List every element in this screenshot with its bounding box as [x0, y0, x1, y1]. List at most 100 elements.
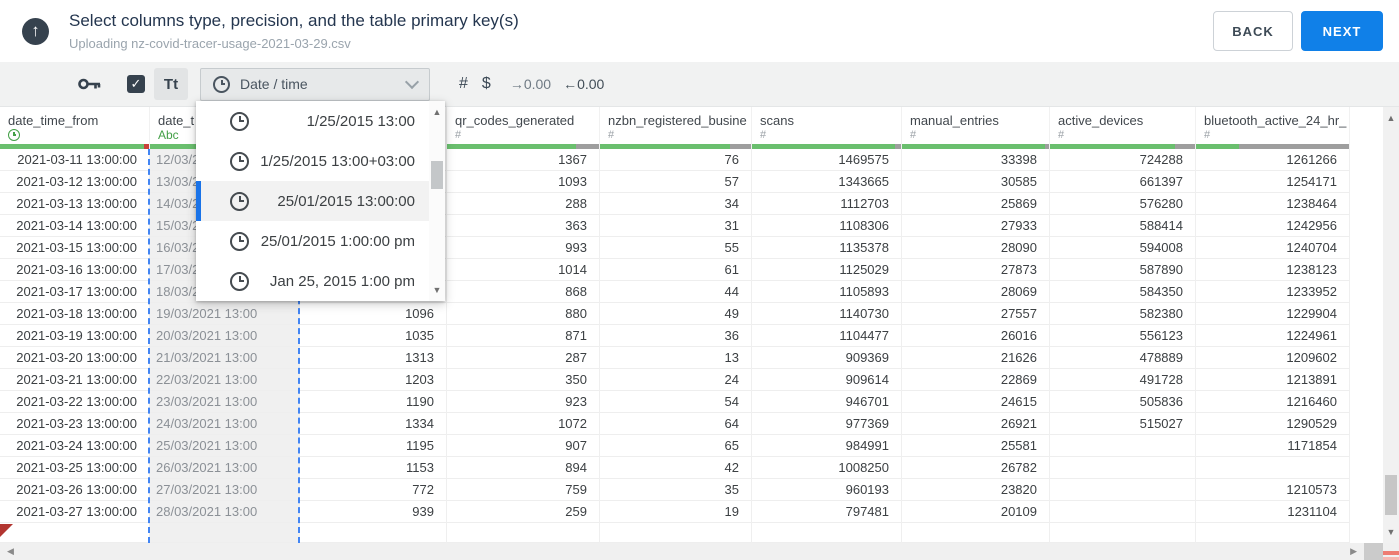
- table-cell: 1213891: [1196, 369, 1350, 391]
- horizontal-scroll-thumb[interactable]: [1364, 543, 1383, 560]
- column-header-scans[interactable]: scans #: [752, 107, 902, 149]
- scroll-up-icon[interactable]: ▲: [1383, 113, 1399, 123]
- vertical-scrollbar[interactable]: ▲ ▼: [1383, 107, 1399, 543]
- text-type-button[interactable]: Tt: [154, 68, 188, 100]
- next-button[interactable]: NEXT: [1301, 11, 1383, 51]
- table-cell: 1108306: [752, 215, 902, 237]
- format-option[interactable]: 1/25/2015 13:00+03:00: [196, 141, 429, 181]
- primary-key-icon[interactable]: [78, 77, 102, 91]
- wizard-header: ↑ Select columns type, precision, and th…: [0, 0, 1399, 62]
- column-header-bluetooth_active_24_hr_[interactable]: bluetooth_active_24_hr_ #: [1196, 107, 1350, 149]
- back-button[interactable]: BACK: [1213, 11, 1293, 51]
- table-cell: 2021-03-21 13:00:00: [0, 369, 150, 391]
- scroll-down-icon[interactable]: ▼: [1383, 527, 1399, 537]
- vertical-scroll-thumb[interactable]: [1385, 475, 1397, 515]
- table-cell: 515027: [1050, 413, 1196, 435]
- table-cell: 1313: [300, 347, 447, 369]
- table-cell: 21626: [902, 347, 1050, 369]
- table-row: 2021-03-26 13:00:00 27/03/2021 13:00 772 75…: [0, 479, 1350, 501]
- table-cell: 588414: [1050, 215, 1196, 237]
- format-options-panel: 1/25/2015 13:00 1/25/2015 13:00+03:00 25/0…: [196, 101, 445, 301]
- type-format-dropdown[interactable]: Date / time: [200, 67, 430, 101]
- panel-scroll-thumb[interactable]: [431, 161, 443, 189]
- table-cell: 13: [600, 347, 752, 369]
- table-cell: 54: [600, 391, 752, 413]
- text-type-marker: Abc: [158, 128, 179, 142]
- currency-type-button[interactable]: $: [482, 75, 491, 93]
- table-cell: [1196, 457, 1350, 479]
- table-cell: 25/03/2021 13:00: [150, 435, 300, 457]
- horizontal-scrollbar[interactable]: ◀ ▶: [0, 543, 1383, 560]
- column-quality-bar: [902, 144, 1049, 149]
- table-cell: 2021-03-25 13:00:00: [0, 457, 150, 479]
- number-type-button[interactable]: #: [459, 75, 468, 93]
- table-cell: 288: [447, 193, 600, 215]
- decrease-decimal-button[interactable]: →0.00: [510, 76, 551, 92]
- table-cell: 19/03/2021 13:00: [150, 303, 300, 325]
- table-cell: 960193: [752, 479, 902, 501]
- table-cell: 2021-03-22 13:00:00: [0, 391, 150, 413]
- table-cell: 1367: [447, 149, 600, 171]
- table-cell: 759: [447, 479, 600, 501]
- panel-scrollbar[interactable]: ▲ ▼: [429, 101, 445, 301]
- table-cell: 505836: [1050, 391, 1196, 413]
- table-cell: 923: [447, 391, 600, 413]
- scroll-down-icon[interactable]: ▼: [429, 285, 445, 295]
- table-cell: [1050, 501, 1196, 523]
- table-cell: 1261266: [1196, 149, 1350, 171]
- format-option[interactable]: 1/25/2015 13:00: [196, 101, 429, 141]
- number-type-marker: #: [760, 129, 767, 141]
- table-cell: 478889: [1050, 347, 1196, 369]
- quality-segment: [600, 144, 730, 149]
- quality-segment: [0, 144, 144, 149]
- table-cell: 724288: [1050, 149, 1196, 171]
- increase-decimal-button[interactable]: ←0.00: [563, 76, 604, 92]
- column-quality-bar: [600, 144, 751, 149]
- table-cell: 55: [600, 237, 752, 259]
- table-cell: 1153: [300, 457, 447, 479]
- table-cell: 1035: [300, 325, 447, 347]
- quality-segment: [752, 144, 896, 149]
- table-cell: 1008250: [752, 457, 902, 479]
- table-cell: 907: [447, 435, 600, 457]
- format-option[interactable]: 25/01/2015 13:00:00: [196, 181, 429, 221]
- table-cell: 2021-03-26 13:00:00: [0, 479, 150, 501]
- table-cell: [1050, 457, 1196, 479]
- column-header-date_time_from[interactable]: date_time_from: [0, 107, 150, 149]
- table-row: 2021-03-20 13:00:00 21/03/2021 13:00 1313 2…: [0, 347, 1350, 369]
- table-cell: 1242956: [1196, 215, 1350, 237]
- table-row: 2021-03-18 13:00:00 19/03/2021 13:00 1096 8…: [0, 303, 1350, 325]
- table-cell: 1290529: [1196, 413, 1350, 435]
- scroll-right-icon[interactable]: ▶: [1350, 543, 1357, 560]
- overflow-marker: [0, 524, 13, 537]
- table-cell: 363: [447, 215, 600, 237]
- column-header-nzbn_registered_busine[interactable]: nzbn_registered_busine #: [600, 107, 752, 149]
- column-header-qr_codes_generated[interactable]: qr_codes_generated #: [447, 107, 600, 149]
- column-header-manual_entries[interactable]: manual_entries #: [902, 107, 1050, 149]
- table-row: 2021-03-25 13:00:00 26/03/2021 13:00 1153 8…: [0, 457, 1350, 479]
- table-cell: 1125029: [752, 259, 902, 281]
- scroll-left-icon[interactable]: ◀: [7, 543, 14, 560]
- clock-icon: [230, 231, 249, 251]
- column-type-marker: #: [455, 129, 599, 143]
- column-type-marker: #: [910, 129, 1049, 143]
- format-option[interactable]: Jan 25, 2015 1:00 pm: [196, 261, 429, 301]
- scroll-up-icon[interactable]: ▲: [429, 107, 445, 117]
- column-type-marker: #: [608, 129, 751, 143]
- table-cell: 2021-03-11 13:00:00: [0, 149, 150, 171]
- column-quality-bar: [1050, 144, 1195, 149]
- table-cell: 1334: [300, 413, 447, 435]
- table-cell: [0, 523, 150, 543]
- column-type-marker: [8, 129, 149, 143]
- column-name: bluetooth_active_24_hr_: [1204, 113, 1347, 128]
- column-type-marker: #: [760, 129, 901, 143]
- format-option[interactable]: 25/01/2015 1:00:00 pm: [196, 221, 429, 261]
- table-cell: 946701: [752, 391, 902, 413]
- checked-checkbox[interactable]: ✓: [127, 75, 145, 93]
- quality-segment: [895, 144, 901, 149]
- upload-icon: ↑: [22, 17, 49, 45]
- table-cell: 993: [447, 237, 600, 259]
- column-header-active_devices[interactable]: active_devices #: [1050, 107, 1196, 149]
- format-option-label: 1/25/2015 13:00: [306, 112, 415, 130]
- table-cell: 350: [447, 369, 600, 391]
